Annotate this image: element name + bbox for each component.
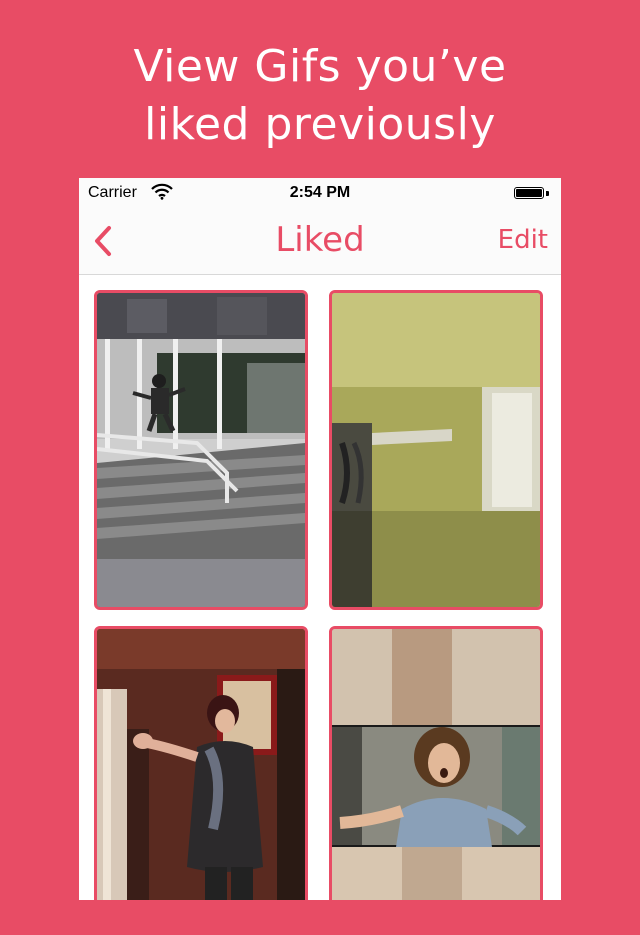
gif-tile-high-five[interactable] xyxy=(94,626,308,900)
headline-line-1: View Gifs you’ve xyxy=(133,41,507,92)
liked-gifs-grid xyxy=(79,275,561,900)
promo-headline: View Gifs you’ve liked previously xyxy=(0,38,640,154)
status-bar: Carrier 2:54 PM xyxy=(79,178,561,208)
gif-thumbnail xyxy=(97,293,305,607)
status-time: 2:54 PM xyxy=(289,184,351,201)
gif-tile-surprised-man[interactable] xyxy=(329,626,543,900)
page-title: Liked xyxy=(275,220,365,260)
gif-thumbnail xyxy=(332,629,540,900)
gif-thumbnail xyxy=(97,629,305,900)
headline-line-2: liked previously xyxy=(144,99,496,150)
phone-screen: Carrier 2:54 PM Liked Edit xyxy=(79,178,561,900)
gif-tile-skateboarder[interactable] xyxy=(94,290,308,610)
edit-button[interactable]: Edit xyxy=(498,225,548,255)
battery-icon xyxy=(514,187,544,199)
battery-tip xyxy=(546,191,549,196)
gif-tile-coat-rack[interactable] xyxy=(329,290,543,610)
navigation-bar: Liked Edit xyxy=(79,208,561,275)
gif-thumbnail xyxy=(332,293,540,607)
